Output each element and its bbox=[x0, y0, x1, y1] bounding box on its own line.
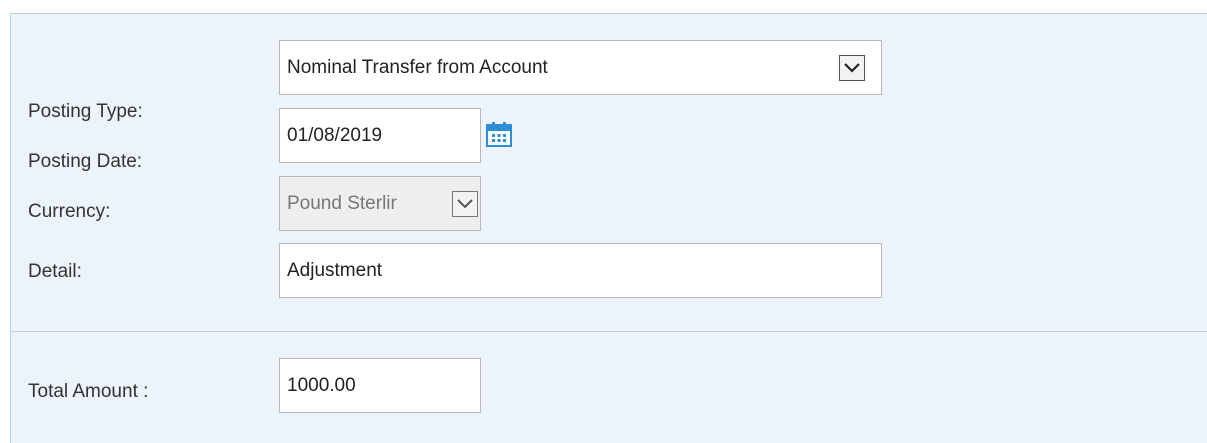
total-amount-value: 1000.00 bbox=[287, 374, 356, 396]
posting-form-panel: Posting Type: Nominal Transfer from Acco… bbox=[10, 13, 1207, 443]
detail-label: Detail: bbox=[28, 261, 82, 282]
currency-label: Currency: bbox=[28, 201, 111, 222]
calendar-icon[interactable] bbox=[485, 120, 513, 148]
detail-input[interactable]: Adjustment bbox=[279, 243, 882, 298]
total-amount-input[interactable]: 1000.00 bbox=[279, 358, 481, 413]
currency-value: Pound Sterlir bbox=[287, 192, 397, 214]
posting-date-input[interactable]: 01/08/2019 bbox=[279, 108, 481, 163]
detail-value: Adjustment bbox=[287, 259, 383, 281]
section-divider bbox=[11, 331, 1207, 332]
chevron-down-icon[interactable] bbox=[839, 54, 865, 81]
chevron-down-icon[interactable] bbox=[452, 190, 478, 217]
posting-date-value: 01/08/2019 bbox=[287, 124, 383, 146]
posting-type-value: Nominal Transfer from Account bbox=[287, 56, 548, 78]
posting-date-label: Posting Date: bbox=[28, 151, 143, 172]
posting-type-label: Posting Type: bbox=[28, 101, 143, 122]
currency-select[interactable]: Pound Sterlir bbox=[279, 176, 481, 231]
posting-type-select[interactable]: Nominal Transfer from Account bbox=[279, 40, 882, 95]
total-amount-label: Total Amount : bbox=[28, 381, 149, 402]
